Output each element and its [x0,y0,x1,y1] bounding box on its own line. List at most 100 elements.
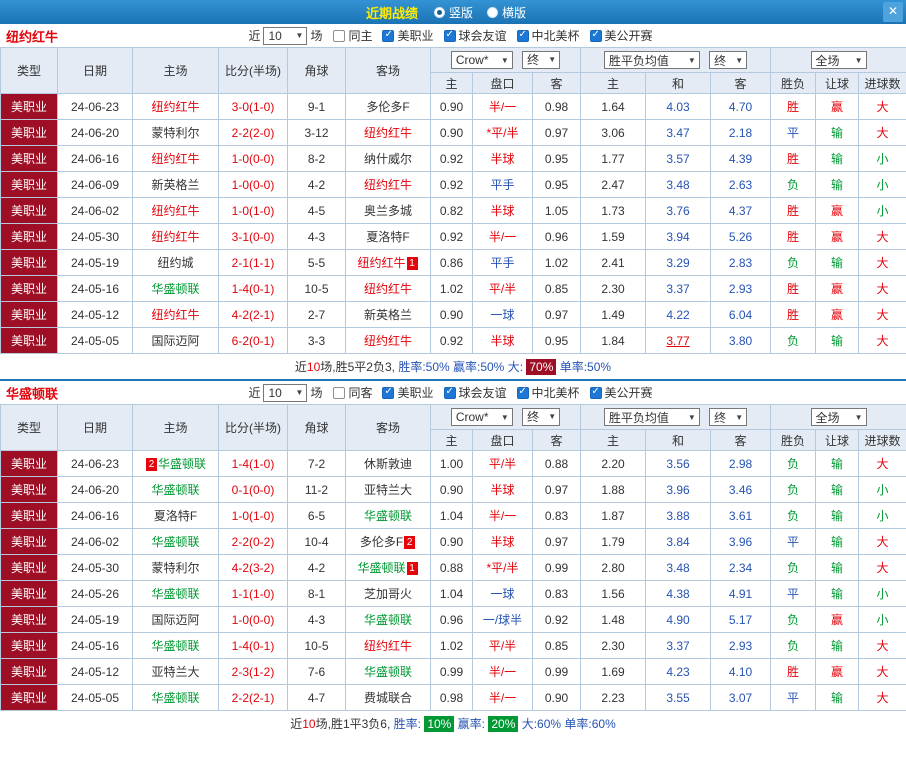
checkbox-label: 美公开赛 [605,384,653,401]
checkbox-icon[interactable] [590,387,602,399]
filter-checkbox[interactable]: 同客 [333,384,372,401]
match-row: 美职业24-06-232华盛顿联1-4(1-0)7-2休斯敦迪1.00平/半0.… [1,451,906,477]
match-score: 0-1(0-0) [219,477,288,503]
home-team-link[interactable]: 纽约红牛 [151,100,199,114]
filter-checkbox[interactable]: 球会友谊 [444,27,507,44]
ah-line: 半球 [473,198,533,224]
result-cell: 胜 [771,224,816,250]
recent-count-select[interactable]: 10▼ [263,27,307,45]
checkbox-icon[interactable] [517,30,529,42]
filter-checkbox[interactable]: 球会友谊 [444,384,507,401]
odds-average-select[interactable]: 胜平负均值▼ [604,408,700,426]
col-corner: 角球 [288,405,346,451]
home-team-link[interactable]: 华盛顿联 [151,483,199,497]
away-team-link[interactable]: 奥兰多城 [364,204,412,218]
close-button[interactable]: ✕ [883,2,903,22]
checkbox-icon[interactable] [444,30,456,42]
away-team-link[interactable]: 华盛顿联 [364,509,412,523]
filter-checkbox[interactable]: 中北美杯 [517,384,580,401]
home-team-link[interactable]: 蒙特利尔 [151,126,199,140]
checkbox-label: 球会友谊 [459,384,507,401]
home-team-link[interactable]: 纽约红牛 [151,230,199,244]
ah-away-odds: 0.85 [533,276,581,302]
away-team-link[interactable]: 多伦多F [366,100,409,114]
col-score: 比分(半场) [219,405,288,451]
away-team-link[interactable]: 多伦多F [360,535,403,549]
away-team-link[interactable]: 休斯敦迪 [364,457,412,471]
away-team-link[interactable]: 夏洛特F [366,230,409,244]
final-odds-select-2[interactable]: 终▼ [709,51,747,69]
final-odds-select[interactable]: 终▼ [522,51,560,69]
bookmaker-select[interactable]: Crow*▼ [451,408,513,426]
home-team-link[interactable]: 亚特兰大 [151,665,199,679]
home-team-link[interactable]: 纽约城 [157,256,193,270]
handicap-cell: 输 [816,477,859,503]
checkbox-icon[interactable] [517,387,529,399]
odds-1x2-away: 3.07 [711,685,771,711]
ah-line: 半/一 [473,224,533,250]
away-team-link[interactable]: 华盛顿联 [357,561,405,575]
away-team-link[interactable]: 纽约红牛 [357,256,405,270]
filter-checkbox[interactable]: 美职业 [382,384,433,401]
ah-home-odds: 0.92 [431,328,473,354]
away-team-link[interactable]: 纽约红牛 [364,126,412,140]
home-team-link[interactable]: 华盛顿联 [151,282,199,296]
filter-checkbox[interactable]: 美职业 [382,27,433,44]
home-team-link[interactable]: 华盛顿联 [151,535,199,549]
checkbox-icon[interactable] [382,30,394,42]
scope-select[interactable]: 全场▼ [811,408,867,426]
handicap-cell: 输 [816,529,859,555]
home-team-link[interactable]: 纽约红牛 [151,308,199,322]
checkbox-icon[interactable] [590,30,602,42]
home-team-link[interactable]: 蒙特利尔 [151,561,199,575]
home-team-link[interactable]: 纽约红牛 [151,152,199,166]
away-team-link[interactable]: 纽约红牛 [364,334,412,348]
layout-radio-horizontal[interactable]: 横版 [487,4,526,21]
filter-checkbox[interactable]: 同主 [333,27,372,44]
checkbox-icon[interactable] [382,387,394,399]
odds-1x2-away: 4.91 [711,581,771,607]
checkbox-label: 中北美杯 [532,27,580,44]
ah-line: 平手 [473,172,533,198]
home-team-link[interactable]: 华盛顿联 [151,587,199,601]
away-team-link[interactable]: 华盛顿联 [364,613,412,627]
away-team-link[interactable]: 纳什威尔 [364,152,412,166]
col-handicap: 让球 [816,73,859,94]
away-team-link[interactable]: 亚特兰大 [364,483,412,497]
final-odds-select-2[interactable]: 终▼ [709,408,747,426]
home-team-link[interactable]: 国际迈阿 [151,613,199,627]
home-team-link[interactable]: 华盛顿联 [151,639,199,653]
away-team-link[interactable]: 华盛顿联 [364,665,412,679]
layout-radio-vertical[interactable]: 竖版 [434,4,473,21]
match-date: 24-05-30 [58,224,133,250]
home-team-link[interactable]: 华盛顿联 [158,457,206,471]
home-team-link[interactable]: 夏洛特F [154,509,197,523]
chevron-down-icon: ▼ [501,413,509,422]
away-team-link[interactable]: 芝加哥火 [364,587,412,601]
result-cell: 负 [771,250,816,276]
filter-checkbox[interactable]: 美公开赛 [590,384,653,401]
away-team-link[interactable]: 费城联合 [364,691,412,705]
final-odds-select[interactable]: 终▼ [522,408,560,426]
odds-1x2-home: 2.30 [581,276,646,302]
home-team-link[interactable]: 国际迈阿 [151,334,199,348]
home-team-link[interactable]: 华盛顿联 [151,691,199,705]
away-team-link[interactable]: 纽约红牛 [364,178,412,192]
home-team-link[interactable]: 新英格兰 [151,178,199,192]
recent-count-select[interactable]: 10▼ [263,384,307,402]
filter-checkbox[interactable]: 美公开赛 [590,27,653,44]
league-type: 美职业 [1,224,58,250]
home-team-cell: 国际迈阿 [133,607,219,633]
away-team-link[interactable]: 新英格兰 [364,308,412,322]
filter-checkbox[interactable]: 中北美杯 [517,27,580,44]
home-team-link[interactable]: 纽约红牛 [151,204,199,218]
checkbox-icon[interactable] [333,30,345,42]
scope-select[interactable]: 全场▼ [811,51,867,69]
away-team-link[interactable]: 纽约红牛 [364,639,412,653]
checkbox-icon[interactable] [333,387,345,399]
checkbox-icon[interactable] [444,387,456,399]
away-team-link[interactable]: 纽约红牛 [364,282,412,296]
odds-average-select[interactable]: 胜平负均值▼ [604,51,700,69]
away-team-cell: 新英格兰 [346,302,431,328]
bookmaker-select[interactable]: Crow*▼ [451,51,513,69]
